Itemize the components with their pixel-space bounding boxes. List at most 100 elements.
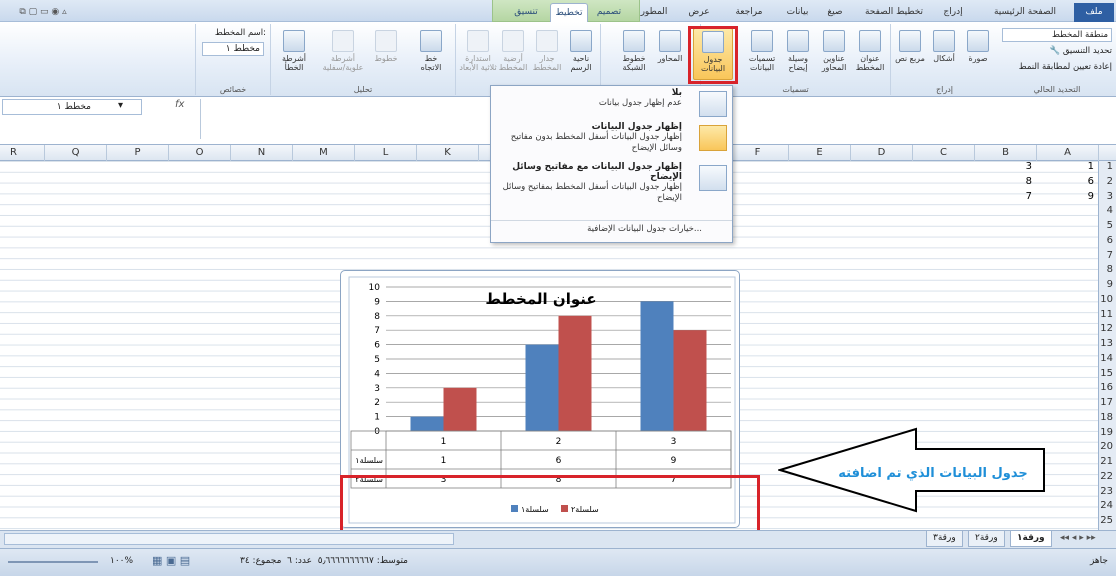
row-header-25[interactable]: 25 <box>1100 516 1113 526</box>
row-header-15[interactable]: 15 <box>1100 368 1113 379</box>
tab-10[interactable]: تصميم <box>588 3 630 22</box>
row-header-10[interactable]: 10 <box>1100 294 1113 305</box>
picture-button[interactable]: صورة <box>961 28 995 80</box>
group-analysis: خط الاتجاه خطوط أشرطة علوية/سفلية أشرطة … <box>270 24 455 95</box>
3d-rotation-icon <box>467 30 489 52</box>
select-all-corner[interactable] <box>1098 145 1116 161</box>
cell-B3[interactable]: 7 <box>994 191 1032 202</box>
row-header-23[interactable]: 23 <box>1100 486 1113 497</box>
column-header-D[interactable]: D <box>850 145 912 161</box>
gridlines-button[interactable]: خطوط الشبكة <box>617 28 651 80</box>
name-box-dropdown[interactable]: ▾ <box>118 100 123 111</box>
row-header-4[interactable]: 4 <box>1107 206 1113 216</box>
column-header-R[interactable]: R <box>0 145 44 161</box>
column-header-A[interactable]: A <box>1036 145 1098 161</box>
cell-B1[interactable]: 3 <box>994 161 1032 172</box>
row-header-2[interactable]: 2 <box>1107 176 1113 187</box>
tab-8[interactable]: عرض <box>680 3 718 22</box>
tab-4[interactable]: تخطيط الصفحة <box>860 3 928 22</box>
zoom-slider[interactable] <box>8 561 98 563</box>
column-header-P[interactable]: P <box>106 145 168 161</box>
row-header-12[interactable]: 12 <box>1100 324 1113 334</box>
format-selection-button[interactable]: 🔧 تحديد التنسيق <box>1002 46 1112 56</box>
plot-area-button[interactable]: ناحية الرسم <box>564 28 598 80</box>
show-table-legend-icon <box>699 165 727 191</box>
sheet-tab-3[interactable]: ورقة٣ <box>926 531 963 547</box>
tab-1[interactable]: ملف <box>1074 3 1114 22</box>
sheet-nav-arrows[interactable]: ◂◂ ◂ ▸ ▸▸ <box>1060 533 1096 543</box>
tab-3[interactable]: إدراج <box>928 3 978 22</box>
cell-A2[interactable]: 6 <box>1056 176 1094 187</box>
row-header-7[interactable]: 7 <box>1107 250 1113 261</box>
cell-A3[interactable]: 9 <box>1056 191 1094 202</box>
menu-item-show-table[interactable]: إظهار جدول البيانات إظهار جدول البيانات … <box>491 122 732 160</box>
column-header-O[interactable]: O <box>168 145 230 161</box>
row-header-17[interactable]: 17 <box>1100 398 1113 408</box>
column-header-L[interactable]: L <box>354 145 416 161</box>
row-header-13[interactable]: 13 <box>1100 339 1113 349</box>
text-box-button[interactable]: مربع نص <box>893 28 927 80</box>
legend-button[interactable]: وسيلة إيضاح <box>781 28 815 80</box>
row-header-22[interactable]: 22 <box>1100 471 1113 482</box>
row-header-21[interactable]: 21 <box>1100 457 1113 467</box>
shapes-icon <box>933 30 955 52</box>
annotation-text: جدول البيانات الذي تم اضافته <box>838 466 1027 481</box>
row-header-24[interactable]: 24 <box>1100 501 1113 511</box>
row-header-3[interactable]: 3 <box>1107 191 1113 202</box>
tab-6[interactable]: بيانات <box>780 3 815 22</box>
chart-elements-dropdown[interactable]: منطقة المخطط <box>1002 28 1112 42</box>
menu-item-none[interactable]: بلا عدم إظهار جدول بيانات <box>491 88 732 120</box>
row-header-8[interactable]: 8 <box>1107 265 1113 275</box>
column-header-Q[interactable]: Q <box>44 145 106 161</box>
column-header-N[interactable]: N <box>230 145 292 161</box>
column-header-M[interactable]: M <box>292 145 354 161</box>
axes-button[interactable]: المحاور <box>653 28 687 80</box>
y-tick-label: 8 <box>374 312 380 322</box>
data-labels-button[interactable]: تسميات البيانات <box>745 28 779 80</box>
row-header-19[interactable]: 19 <box>1100 427 1113 438</box>
chart-title-button[interactable]: عنوان المخطط <box>853 28 887 80</box>
error-bars-button[interactable]: أشرطة الخطأ <box>277 28 311 80</box>
reset-style-button[interactable]: إعادة تعيين لمطابقة النمط <box>1000 62 1112 72</box>
bar-سلسلة٢-2 <box>558 315 592 431</box>
row-header-20[interactable]: 20 <box>1100 442 1113 452</box>
quick-access-toolbar[interactable]: ⧉ ▢ ▭ ◉ ▵ <box>8 3 78 22</box>
horizontal-scrollbar[interactable] <box>4 533 454 545</box>
chart-name-input[interactable]: مخطط ١ <box>202 42 264 56</box>
sheet-tab-2[interactable]: ورقة٢ <box>968 531 1005 547</box>
tab-12[interactable]: تنسيق <box>505 3 547 22</box>
tab-11[interactable]: تخطيط <box>550 3 588 22</box>
tab-9[interactable]: المطور <box>630 3 678 22</box>
annotation-arrow: جدول البيانات الذي تم اضافته <box>778 427 1045 513</box>
row-header-16[interactable]: 16 <box>1100 383 1113 393</box>
column-header-F[interactable]: F <box>726 145 788 161</box>
column-header-C[interactable]: C <box>912 145 974 161</box>
sheet-tab-1[interactable]: ورقة١ <box>1010 531 1052 547</box>
shapes-button[interactable]: أشكال <box>927 28 961 80</box>
column-header-K[interactable]: K <box>416 145 478 161</box>
zoom-level[interactable]: ١٠٠% <box>110 556 133 566</box>
trendline-button[interactable]: خط الاتجاه <box>414 28 448 80</box>
tab-2[interactable]: الصفحة الرئيسية <box>980 3 1070 22</box>
row-header-6[interactable]: 6 <box>1107 235 1113 246</box>
cell-A1[interactable]: 1 <box>1056 161 1094 172</box>
fx-icon[interactable]: fx <box>175 99 184 110</box>
column-header-E[interactable]: E <box>788 145 850 161</box>
up-down-bars-button: أشرطة علوية/سفلية <box>321 28 365 80</box>
menu-item-show-table-legend[interactable]: إظهار جدول البيانات مع مفاتيح وسائل الإي… <box>491 162 732 206</box>
row-header-14[interactable]: 14 <box>1100 353 1113 364</box>
tab-5[interactable]: صيغ <box>815 3 855 22</box>
menu-item-more-options[interactable]: خيارات جدول البيانات الإضافية... <box>491 220 732 238</box>
row-header-1[interactable]: 1 <box>1107 162 1113 172</box>
row-header-5[interactable]: 5 <box>1107 221 1113 231</box>
row-header-11[interactable]: 11 <box>1100 309 1113 320</box>
bar-سلسلة٢-3 <box>673 330 707 431</box>
tab-7[interactable]: مراجعة <box>720 3 778 22</box>
cell-B2[interactable]: 8 <box>994 176 1032 187</box>
axis-titles-button[interactable]: عناوين المحاور <box>817 28 851 80</box>
ribbon-tab-bar: ⧉ ▢ ▭ ◉ ▵ ملف الصفحة الرئيسية إدراج تخطيط ا… <box>0 0 1116 22</box>
row-header-18[interactable]: 18 <box>1100 412 1113 423</box>
row-header-9[interactable]: 9 <box>1107 280 1113 290</box>
view-buttons[interactable]: ▦ ▣ ▤ <box>152 554 190 567</box>
column-header-B[interactable]: B <box>974 145 1036 161</box>
